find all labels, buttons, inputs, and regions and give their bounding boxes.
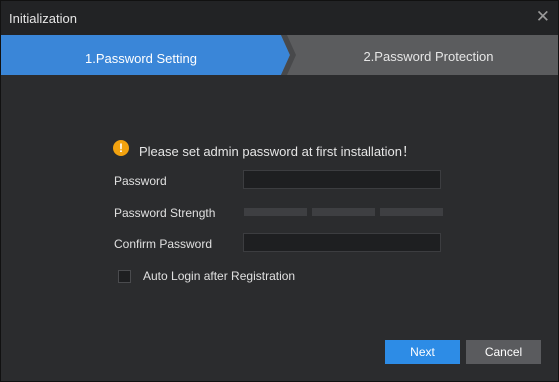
step-progress-bar: 1.Password Setting 2.Password Protection <box>1 35 558 75</box>
confirm-password-field[interactable] <box>243 233 441 252</box>
step-2-label: 2.Password Protection <box>363 49 494 64</box>
strength-bar-medium <box>312 208 375 216</box>
strength-bar-weak <box>244 208 307 216</box>
step-password-setting: 1.Password Setting <box>1 35 299 75</box>
notice-text: Please set admin password at first insta… <box>139 144 416 159</box>
confirm-password-label: Confirm Password <box>114 237 213 251</box>
dialog-body: ! Please set admin password at first ins… <box>1 75 558 381</box>
window-title: Initialization <box>9 11 77 26</box>
initialization-dialog: Initialization ✕ 1.Password Setting 2.Pa… <box>0 0 559 382</box>
password-strength-label: Password Strength <box>114 206 216 220</box>
step-1-label: 1.Password Setting <box>84 51 197 66</box>
strength-bar-strong <box>380 208 443 216</box>
cancel-button[interactable]: Cancel <box>466 340 541 364</box>
auto-login-label[interactable]: Auto Login after Registration <box>143 269 295 283</box>
close-icon[interactable]: ✕ <box>536 8 550 25</box>
password-label: Password <box>114 174 167 188</box>
title-bar: Initialization ✕ <box>1 1 558 35</box>
next-button[interactable]: Next <box>385 340 460 364</box>
warning-icon: ! <box>113 140 129 156</box>
auto-login-checkbox[interactable] <box>118 270 131 283</box>
password-field[interactable] <box>243 170 441 189</box>
